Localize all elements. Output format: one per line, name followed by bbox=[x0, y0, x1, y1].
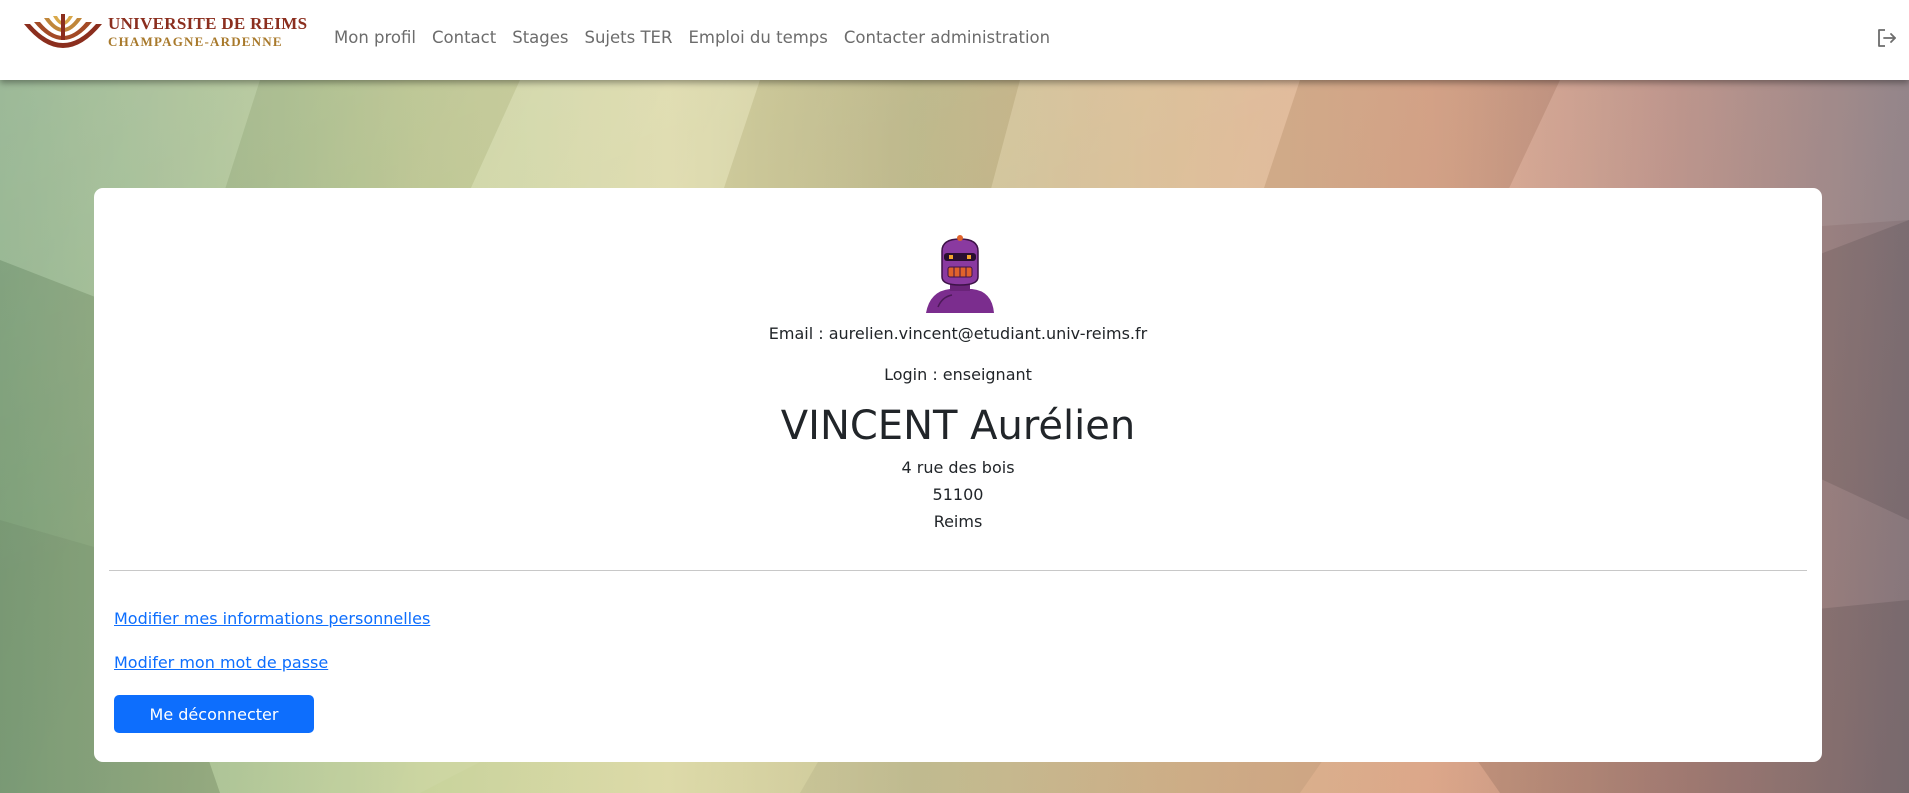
nav-contacter-administration[interactable]: Contacter administration bbox=[844, 28, 1050, 47]
box-arrow-right-icon bbox=[1878, 29, 1896, 47]
nav-emploi-du-temps[interactable]: Emploi du temps bbox=[688, 28, 827, 47]
edit-password-link[interactable]: Modifer mon mot de passe bbox=[114, 653, 328, 672]
nav-sujets-ter[interactable]: Sujets TER bbox=[585, 28, 673, 47]
logout-button[interactable]: Me déconnecter bbox=[114, 695, 314, 733]
top-navbar: UNIVERSITE DE REIMS CHAMPAGNE-ARDENNE Mo… bbox=[0, 0, 1909, 80]
logo-subtitle: CHAMPAGNE-ARDENNE bbox=[108, 34, 283, 49]
logo-title: UNIVERSITE DE REIMS bbox=[108, 14, 308, 33]
robot-avatar-icon bbox=[926, 235, 994, 313]
logo-emblem-icon bbox=[24, 14, 102, 48]
profile-street: 4 rue des bois bbox=[901, 458, 1015, 477]
profile-full-name: VINCENT Aurélien bbox=[780, 403, 1136, 449]
profile-email: Email : aurelien.vincent@etudiant.univ-r… bbox=[768, 324, 1148, 343]
logout-icon[interactable] bbox=[1876, 27, 1898, 49]
nav-stages[interactable]: Stages bbox=[512, 28, 568, 47]
profile-card: Email : aurelien.vincent@etudiant.univ-r… bbox=[94, 188, 1822, 762]
section-divider bbox=[109, 570, 1807, 571]
main-nav: Mon profil Contact Stages Sujets TER Emp… bbox=[334, 28, 1050, 47]
nav-mon-profil[interactable]: Mon profil bbox=[334, 28, 416, 47]
profile-avatar bbox=[920, 233, 1000, 315]
edit-personal-info-link[interactable]: Modifier mes informations personnelles bbox=[114, 609, 430, 628]
nav-contact[interactable]: Contact bbox=[432, 28, 496, 47]
university-logo[interactable]: UNIVERSITE DE REIMS CHAMPAGNE-ARDENNE bbox=[20, 14, 307, 54]
profile-city: Reims bbox=[933, 512, 983, 531]
profile-login: Login : enseignant bbox=[884, 365, 1032, 384]
profile-zip: 51100 bbox=[932, 485, 984, 504]
